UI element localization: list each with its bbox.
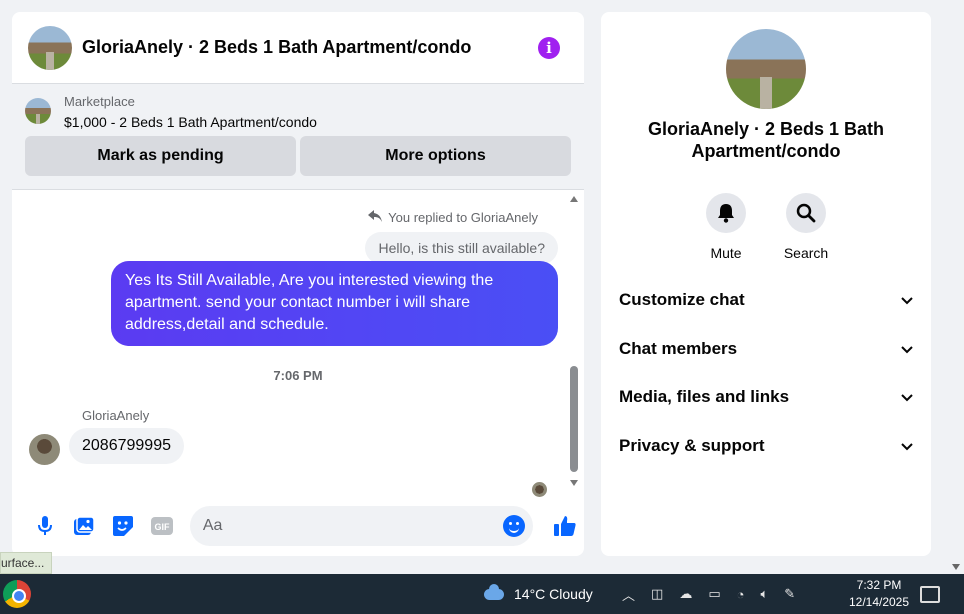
section-privacy-support[interactable]: Privacy & support xyxy=(601,422,931,471)
pen-icon[interactable]: ✎ xyxy=(784,586,795,602)
weather-text: 14°C Cloudy xyxy=(514,586,593,602)
section-label: Media, files and links xyxy=(619,387,790,407)
scroll-down-arrow-icon[interactable] xyxy=(570,480,578,486)
scroll-up-arrow-icon[interactable] xyxy=(570,196,578,202)
chevron-down-icon xyxy=(901,387,913,407)
message-scrollbar[interactable] xyxy=(570,196,578,486)
marketplace-banner: Marketplace $1,000 - 2 Beds 1 Bath Apart… xyxy=(12,84,584,190)
photo-icon[interactable] xyxy=(65,506,104,546)
section-label: Customize chat xyxy=(619,290,745,310)
section-chat-members[interactable]: Chat members xyxy=(601,325,931,374)
notification-icon[interactable] xyxy=(920,585,940,603)
listing-thumbnail[interactable] xyxy=(25,98,51,124)
sticker-icon[interactable] xyxy=(104,506,143,546)
microphone-icon[interactable] xyxy=(26,506,65,546)
cloud-icon xyxy=(484,583,504,600)
chrome-icon[interactable] xyxy=(3,580,31,608)
emoji-icon[interactable] xyxy=(503,515,526,537)
status-url-pill: urface... xyxy=(0,552,52,574)
info-icon[interactable]: i xyxy=(538,36,560,59)
more-options-button[interactable]: More options xyxy=(300,136,571,176)
conversation-actions: Mute Search xyxy=(705,193,829,261)
section-customize-chat[interactable]: Customize chat xyxy=(601,276,931,325)
like-icon[interactable] xyxy=(545,506,584,546)
section-media-files-links[interactable]: Media, files and links xyxy=(601,373,931,422)
chevron-down-icon xyxy=(901,339,913,359)
sender-name: GloriaAnely xyxy=(82,408,150,423)
sent-message-bubble[interactable]: Yes Its Still Available, Are you interes… xyxy=(111,261,558,346)
clock-time: 7:32 PM xyxy=(856,578,902,592)
page-scroll-down-icon[interactable] xyxy=(952,564,960,570)
conversation-title: GloriaAnely · 2 Beds 1 Bath Apartment/co… xyxy=(647,119,885,161)
taskbar-clock[interactable]: 7:32 PM 12/14/2025 xyxy=(846,577,912,611)
clock-date: 12/14/2025 xyxy=(848,595,910,609)
chat-header: GloriaAnely · 2 Beds 1 Bath Apartment/co… xyxy=(12,12,584,84)
volume-icon[interactable]: 🔈︎ xyxy=(760,586,768,602)
mute-button[interactable]: Mute xyxy=(705,193,747,261)
cloud-sync-icon[interactable]: ☁ xyxy=(679,586,692,602)
system-tray: ︿ ◫ ☁ ▭ ◔ 🔈︎ ✎ xyxy=(622,585,795,604)
conversation-avatar[interactable] xyxy=(726,29,806,109)
message-input[interactable] xyxy=(202,517,504,535)
taskbar: 14°C Cloudy ︿ ◫ ☁ ▭ ◔ 🔈︎ ✎ 7:32 PM 12/14… xyxy=(0,574,964,614)
section-label: Chat members xyxy=(619,338,738,358)
reply-arrow-icon xyxy=(368,209,383,225)
received-message-bubble[interactable]: 2086799995 xyxy=(69,428,184,464)
scrollbar-thumb[interactable] xyxy=(570,366,578,472)
seen-indicator-avatar xyxy=(532,482,547,497)
page-scrollbar[interactable] xyxy=(948,0,964,574)
search-icon[interactable] xyxy=(786,193,826,233)
wifi-icon[interactable]: ◔ xyxy=(737,587,745,602)
marketplace-label: Marketplace xyxy=(64,94,135,109)
section-label: Privacy & support xyxy=(619,435,765,455)
svg-text:GIF: GIF xyxy=(155,522,171,532)
quoted-message[interactable]: Hello, is this still available? xyxy=(365,232,558,264)
search-label: Search xyxy=(783,245,829,261)
chevron-down-icon xyxy=(901,290,913,310)
mark-as-pending-button[interactable]: Mark as pending xyxy=(25,136,296,176)
battery-icon[interactable]: ▭ xyxy=(708,586,720,602)
bell-icon[interactable] xyxy=(706,193,746,233)
message-composer: GIF xyxy=(12,496,584,556)
conversation-sections: Customize chat Chat members Media, files… xyxy=(601,276,931,470)
conversation-details-panel: GloriaAnely · 2 Beds 1 Bath Apartment/co… xyxy=(601,12,931,556)
mute-label: Mute xyxy=(710,245,742,261)
message-input-box[interactable] xyxy=(189,506,534,546)
replied-to-text: You replied to GloriaAnely xyxy=(388,209,538,225)
reply-indicator: You replied to GloriaAnely xyxy=(368,209,538,225)
weather-widget[interactable]: 14°C Cloudy xyxy=(484,583,593,602)
gif-icon[interactable]: GIF xyxy=(143,506,182,546)
meet-now-icon[interactable]: ◫ xyxy=(651,586,663,602)
message-timestamp: 7:06 PM xyxy=(273,368,323,383)
chevron-up-icon[interactable]: ︿ xyxy=(622,585,635,604)
sender-avatar[interactable] xyxy=(29,434,60,465)
chat-panel: GloriaAnely · 2 Beds 1 Bath Apartment/co… xyxy=(12,12,584,556)
message-list: You replied to GloriaAnely Hello, is thi… xyxy=(12,190,584,497)
listing-title[interactable]: $1,000 - 2 Beds 1 Bath Apartment/condo xyxy=(64,114,317,130)
chat-title[interactable]: GloriaAnely · 2 Beds 1 Bath Apartment/co… xyxy=(82,37,538,58)
chevron-down-icon xyxy=(901,436,913,456)
search-button[interactable]: Search xyxy=(783,193,829,261)
listing-avatar[interactable] xyxy=(28,25,72,70)
